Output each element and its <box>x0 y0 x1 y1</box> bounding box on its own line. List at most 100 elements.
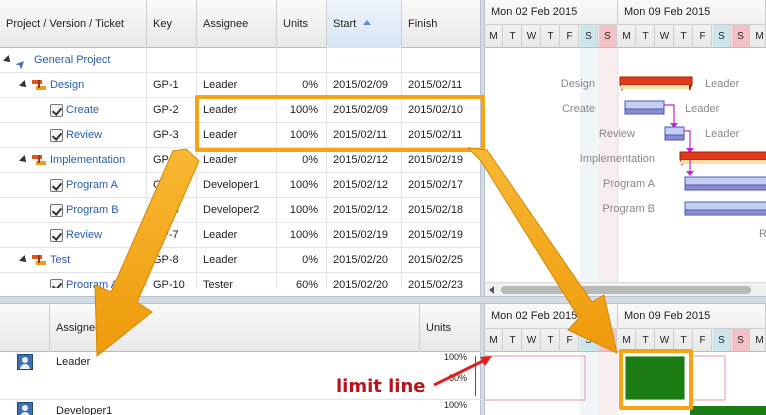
review-task-bar[interactable] <box>664 126 685 136</box>
version-group-icon <box>32 153 46 167</box>
gantt-chart-area: Design Leader Create Leader Review Leade… <box>485 48 766 282</box>
ticket-name-link[interactable]: Design <box>50 73 84 98</box>
review-task-bar-progress <box>664 134 685 141</box>
day-header: S <box>732 329 750 351</box>
horizontal-splitter[interactable] <box>0 296 766 304</box>
day-header: F <box>561 329 579 351</box>
task-grid-header: Project / Version / Ticket Key Assignee … <box>0 0 481 48</box>
dependency-review-impl <box>684 130 691 150</box>
ticket-checkbox-icon <box>50 179 63 192</box>
column-header-key[interactable]: Key <box>147 0 197 48</box>
ticket-checkbox-icon <box>50 279 63 288</box>
gantt-label-design: Design <box>560 78 595 90</box>
ticket-cell: ➤ General Project <box>0 48 147 73</box>
ticket-name-link[interactable]: Program A <box>66 273 118 288</box>
ticket-name-link[interactable]: Review <box>66 123 102 148</box>
week-header-1: Mon 02 Feb 2015 <box>485 0 618 25</box>
day-header: T <box>504 25 522 47</box>
day-header: W <box>523 25 541 47</box>
gantt-timescale-header: Mon 02 Feb 2015 Mon 09 Feb 2015 MTWTFSSM… <box>485 0 766 48</box>
task-grid-body: ➤ General Project Design GP-1 Leader 0% 2015/0… <box>0 48 481 288</box>
key-cell <box>147 48 197 73</box>
ticket-cell: Create <box>0 98 147 123</box>
gantt-label-program-b: Program B <box>602 203 655 215</box>
day-header: T <box>504 329 522 351</box>
week-header-2: Mon 09 Feb 2015 <box>618 304 765 329</box>
program-b-task-bar[interactable] <box>684 201 766 211</box>
column-header-assignee[interactable]: Assignee <box>197 0 277 48</box>
day-header: F <box>694 25 712 47</box>
day-header: S <box>713 25 731 47</box>
day-header: M <box>485 329 503 351</box>
finish-date-cell <box>402 48 480 73</box>
ticket-name-link[interactable]: General Project <box>34 48 110 73</box>
scroll-left-arrow-icon[interactable] <box>489 286 494 294</box>
ticket-cell: Implementation <box>0 148 147 173</box>
task-row[interactable]: Program B GP-6 Developer2 100% 2015/02/12 201… <box>0 198 480 223</box>
ticket-name-link[interactable]: Program B <box>66 198 119 223</box>
task-row[interactable]: Program A GP-10 Tester 60% 2015/02/20 2015/02… <box>0 273 480 288</box>
ticket-checkbox-icon <box>50 104 63 117</box>
task-row[interactable]: Program A GP-5 Developer1 100% 2015/02/12 201… <box>0 173 480 198</box>
finish-date-cell: 2015/02/25 <box>402 248 480 273</box>
resource-row-developer1[interactable]: Developer1 100% <box>0 400 481 415</box>
day-header: F <box>561 25 579 47</box>
day-header: S <box>599 329 617 351</box>
scrollbar-thumb[interactable] <box>501 286 751 294</box>
resource-header-icon <box>0 304 50 352</box>
expand-collapse-icon[interactable] <box>19 155 29 165</box>
ticket-cell: Review <box>0 223 147 248</box>
project-rocket-icon: ➤ <box>12 55 30 73</box>
ticket-cell: Program A <box>0 173 147 198</box>
column-header-units[interactable]: Units <box>277 0 327 48</box>
column-header-ticket[interactable]: Project / Version / Ticket <box>0 0 147 48</box>
units-cell: 60% <box>277 273 327 288</box>
day-header: M <box>485 25 503 47</box>
ticket-checkbox-icon <box>50 204 63 217</box>
highlight-box-grid <box>195 95 485 152</box>
finish-date-cell: 2015/02/17 <box>402 173 480 198</box>
sunday-column <box>599 352 618 415</box>
day-header: W <box>523 329 541 351</box>
developer1-load-bar[interactable] <box>690 406 766 415</box>
design-group-bar[interactable] <box>619 76 693 86</box>
expand-collapse-icon[interactable] <box>19 80 29 90</box>
resource-column-header-units[interactable]: Units <box>420 304 481 352</box>
task-row[interactable]: ➤ General Project <box>0 48 480 73</box>
create-task-bar-progress <box>624 108 665 115</box>
finish-date-cell: 2015/02/19 <box>402 223 480 248</box>
ticket-name-link[interactable]: Create <box>66 98 99 123</box>
ticket-name-link[interactable]: Program A <box>66 173 118 198</box>
column-header-start[interactable]: Start <box>327 0 402 48</box>
ticket-name-link[interactable]: Review <box>66 223 102 248</box>
gantt-label-review: Review <box>598 128 635 140</box>
sort-ascending-icon <box>363 20 372 25</box>
gantt-horizontal-scrollbar[interactable] <box>485 282 766 296</box>
sunday-column <box>599 48 618 282</box>
task-row[interactable]: Test GP-8 Leader 0% 2015/02/20 2015/02/25 <box>0 248 480 273</box>
user-avatar-icon <box>17 354 33 370</box>
gantt-label-implementation: Implementation <box>579 153 655 165</box>
assignee-cell <box>197 48 277 73</box>
resource-name: Leader <box>56 356 91 368</box>
key-cell: GP-8 <box>147 248 197 273</box>
create-task-bar[interactable] <box>624 100 665 110</box>
column-header-finish[interactable]: Finish <box>402 0 481 48</box>
units-cell <box>277 48 327 73</box>
implementation-group-bar-shadow <box>681 160 766 164</box>
ticket-name-link[interactable]: Implementation <box>50 148 125 173</box>
program-b-task-bar-progress <box>684 209 766 216</box>
units-cell: 0% <box>277 248 327 273</box>
implementation-group-bar[interactable] <box>679 151 766 161</box>
day-header: M <box>751 25 765 47</box>
key-cell: GP-2 <box>147 98 197 123</box>
expand-collapse-icon[interactable] <box>19 255 29 265</box>
task-row[interactable]: Review GP-7 Leader 100% 2015/02/19 2015/02/19 <box>0 223 480 248</box>
program-a-task-bar[interactable] <box>684 176 766 186</box>
finish-date-cell: 2015/02/18 <box>402 198 480 223</box>
ticket-name-link[interactable]: Test <box>50 248 70 273</box>
gantt-label-program-a: Program A <box>603 178 655 190</box>
resource-column-header-assignee[interactable]: Assignee <box>50 304 420 352</box>
ticket-checkbox-icon <box>50 229 63 242</box>
gantt-label-create: Create <box>561 103 595 115</box>
